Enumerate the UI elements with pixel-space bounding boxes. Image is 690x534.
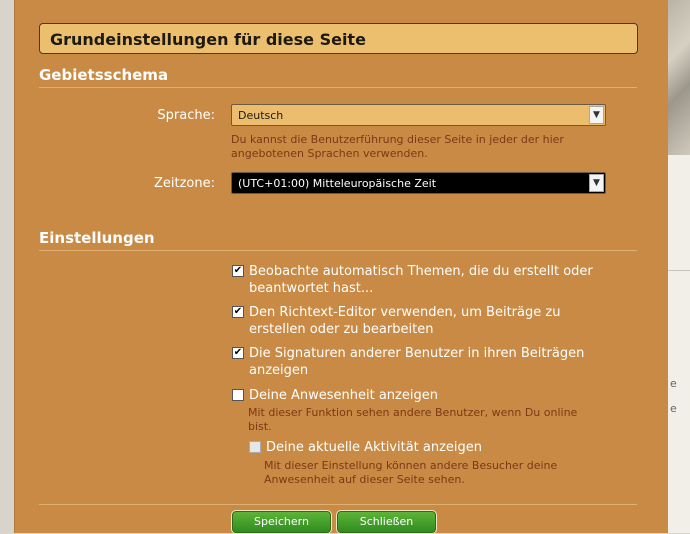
dialog-title-bar: Grundeinstellungen für diese Seite <box>39 23 638 54</box>
timezone-select[interactable]: (UTC+01:00) Mitteleuropäische Zeit ▼ <box>231 172 606 194</box>
timezone-label: Zeitzone: <box>153 176 215 191</box>
close-button[interactable]: Schließen <box>336 510 437 534</box>
language-label: Sprache: <box>157 108 215 123</box>
page-background-left <box>0 0 14 533</box>
chevron-down-icon[interactable]: ▼ <box>589 174 604 192</box>
preferences-dialog: Grundeinstellungen für diese Seite Gebie… <box>14 0 668 534</box>
chevron-down-icon[interactable]: ▼ <box>589 106 604 124</box>
page-background-right: e e <box>667 0 690 533</box>
locale-section-heading: Gebietsschema <box>39 66 637 88</box>
timezone-value: (UTC+01:00) Mitteleuropäische Zeit <box>238 177 437 190</box>
language-select[interactable]: Deutsch ▼ <box>231 104 606 126</box>
language-value: Deutsch <box>238 109 284 122</box>
background-divider <box>667 270 690 271</box>
option-label: Die Signaturen anderer Benutzer in ihren… <box>249 346 585 378</box>
checkbox-show-activity[interactable] <box>249 441 261 453</box>
activity-hint: Mit dieser Einstellung können andere Bes… <box>264 459 558 486</box>
settings-section-heading: Einstellungen <box>39 229 637 251</box>
checkbox-watch-threads[interactable]: ✔ <box>232 265 244 277</box>
checkbox-show-presence[interactable] <box>232 389 244 401</box>
option-label: Deine Anwesenheit anzeigen <box>249 388 438 403</box>
option-label: Deine aktuelle Aktivität anzeigen <box>266 440 483 455</box>
background-text: e <box>670 377 677 390</box>
background-image <box>667 0 690 155</box>
presence-hint: Mit dieser Funktion sehen andere Benutze… <box>248 406 578 433</box>
dialog-title: Grundeinstellungen für diese Seite <box>50 30 366 49</box>
save-button[interactable]: Speichern <box>231 510 332 534</box>
option-label: Beobachte automatisch Themen, die du ers… <box>249 264 593 296</box>
background-text: e <box>670 402 677 415</box>
option-label: Den Richtext-Editor verwenden, um Beiträ… <box>249 305 561 337</box>
checkbox-richtext-editor[interactable]: ✔ <box>232 306 244 318</box>
checkbox-show-signatures[interactable]: ✔ <box>232 347 244 359</box>
footer-divider <box>39 504 637 505</box>
language-hint: Du kannst die Benutzerführung dieser Sei… <box>231 133 564 160</box>
